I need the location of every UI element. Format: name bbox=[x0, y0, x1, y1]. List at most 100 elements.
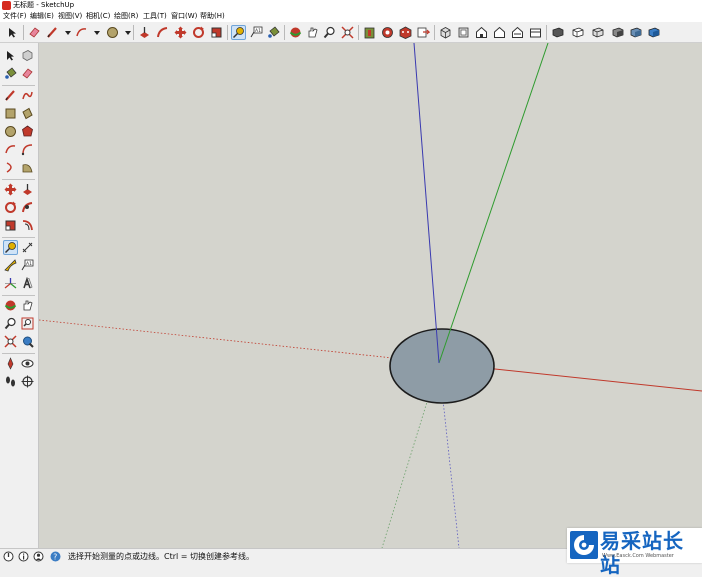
select-arrow-icon[interactable] bbox=[3, 48, 18, 63]
section-plane-icon[interactable] bbox=[20, 374, 35, 389]
pencil-line-icon[interactable] bbox=[45, 25, 60, 40]
orbit-icon[interactable] bbox=[3, 298, 18, 313]
main-toolbar: A1 bbox=[0, 22, 702, 43]
rotate-icon[interactable] bbox=[191, 25, 206, 40]
menu-file[interactable]: 文件(F) bbox=[3, 11, 27, 22]
user-account-icon[interactable] bbox=[33, 551, 44, 562]
axes-icon[interactable] bbox=[3, 276, 18, 291]
hidden-line-style-icon[interactable] bbox=[590, 25, 605, 40]
orbit-icon[interactable] bbox=[288, 25, 303, 40]
three-point-arc-icon[interactable] bbox=[3, 160, 18, 175]
scale-icon[interactable] bbox=[209, 25, 224, 40]
svg-text:A1: A1 bbox=[26, 261, 32, 267]
components-icon[interactable] bbox=[398, 25, 413, 40]
sketchup-app-icon bbox=[2, 1, 11, 10]
rotated-rectangle-icon[interactable] bbox=[20, 106, 35, 121]
arc-icon[interactable] bbox=[74, 25, 89, 40]
eraser-icon[interactable] bbox=[27, 25, 42, 40]
dropdown-arrow-icon[interactable] bbox=[89, 25, 104, 40]
rectangle-icon[interactable] bbox=[3, 106, 18, 121]
green-axis-positive bbox=[438, 43, 549, 364]
left-toolbar: A1 bbox=[0, 43, 39, 548]
freehand-icon[interactable] bbox=[20, 88, 35, 103]
move-icon[interactable] bbox=[3, 182, 18, 197]
paint-bucket-icon[interactable] bbox=[3, 66, 18, 81]
zoom-extents-icon[interactable] bbox=[3, 334, 18, 349]
watermark-subtext: Www.Easck.Com Webmaster bbox=[602, 553, 674, 559]
modeling-viewport[interactable] bbox=[39, 43, 702, 548]
protractor-icon[interactable] bbox=[3, 258, 18, 273]
polygon-icon[interactable] bbox=[20, 124, 35, 139]
push-pull-icon[interactable] bbox=[137, 25, 152, 40]
shaded-style-icon[interactable] bbox=[610, 25, 625, 40]
zoom-extents-icon[interactable] bbox=[340, 25, 355, 40]
monochrome-style-icon[interactable] bbox=[646, 25, 661, 40]
view-iso-icon[interactable] bbox=[438, 25, 453, 40]
3d-warehouse-icon[interactable] bbox=[362, 25, 377, 40]
scene-canvas[interactable] bbox=[39, 43, 702, 548]
svg-text:A1: A1 bbox=[255, 28, 261, 34]
zoom-magnifier-icon[interactable] bbox=[3, 316, 18, 331]
tape-measure-icon[interactable] bbox=[231, 25, 246, 40]
view-top-icon[interactable] bbox=[456, 25, 471, 40]
menu-edit[interactable]: 编辑(E) bbox=[30, 11, 54, 22]
view-right-icon[interactable] bbox=[492, 25, 507, 40]
pan-hand-icon[interactable] bbox=[20, 298, 35, 313]
select-arrow-icon[interactable] bbox=[5, 25, 20, 40]
menu-tools[interactable]: 工具(T) bbox=[143, 11, 167, 22]
offset-icon[interactable] bbox=[20, 218, 35, 233]
walk-footprints-icon[interactable] bbox=[3, 374, 18, 389]
rotate-icon[interactable] bbox=[3, 200, 18, 215]
eraser-icon[interactable] bbox=[20, 66, 35, 81]
scale-icon[interactable] bbox=[3, 218, 18, 233]
menu-help[interactable]: 帮助(H) bbox=[200, 11, 225, 22]
help-question-icon[interactable]: ? bbox=[50, 551, 61, 562]
info-icon[interactable] bbox=[18, 551, 29, 562]
menu-view[interactable]: 视图(V) bbox=[58, 11, 82, 22]
share-model-icon[interactable] bbox=[380, 25, 395, 40]
red-axis-negative bbox=[39, 319, 440, 364]
two-point-arc-icon[interactable] bbox=[20, 142, 35, 157]
view-front-icon[interactable] bbox=[474, 25, 489, 40]
follow-me-icon[interactable] bbox=[20, 200, 35, 215]
dropdown-arrow-icon[interactable] bbox=[60, 25, 75, 40]
make-component-icon[interactable] bbox=[20, 48, 35, 63]
circle-icon[interactable] bbox=[3, 124, 18, 139]
arc-icon[interactable] bbox=[3, 142, 18, 157]
menu-window[interactable]: 窗口(W) bbox=[171, 11, 197, 22]
menu-draw[interactable]: 绘图(R) bbox=[114, 11, 138, 22]
circle-icon[interactable] bbox=[105, 25, 120, 40]
zoom-window-icon[interactable] bbox=[20, 316, 35, 331]
dimension-icon[interactable] bbox=[20, 240, 35, 255]
follow-me-icon[interactable] bbox=[155, 25, 170, 40]
blue-axis-positive bbox=[413, 43, 440, 364]
shaded-textures-style-icon[interactable] bbox=[628, 25, 643, 40]
site-watermark: 易采站长站 Www.Easck.Com Webmaster bbox=[567, 528, 702, 577]
svg-text:?: ? bbox=[53, 552, 57, 561]
view-back-icon[interactable] bbox=[510, 25, 525, 40]
paint-bucket-icon[interactable] bbox=[266, 25, 281, 40]
previous-view-icon[interactable] bbox=[20, 334, 35, 349]
position-camera-icon[interactable] bbox=[3, 356, 18, 371]
window-title: 无标题 - SketchUp bbox=[13, 1, 75, 9]
extension-warehouse-icon[interactable] bbox=[416, 25, 431, 40]
xray-style-icon[interactable] bbox=[550, 25, 565, 40]
text-tool-icon[interactable]: A1 bbox=[249, 25, 264, 40]
tape-measure-icon[interactable] bbox=[3, 240, 18, 255]
menu-camera[interactable]: 相机(C) bbox=[86, 11, 110, 22]
view-left-icon[interactable] bbox=[528, 25, 543, 40]
wireframe-style-icon[interactable] bbox=[570, 25, 585, 40]
look-around-icon[interactable] bbox=[20, 356, 35, 371]
pan-hand-icon[interactable] bbox=[305, 25, 320, 40]
watermark-logo-icon bbox=[570, 531, 598, 559]
pie-icon[interactable] bbox=[20, 160, 35, 175]
3d-text-icon[interactable] bbox=[20, 276, 35, 291]
push-pull-icon[interactable] bbox=[20, 182, 35, 197]
status-message: 选择开始测量的点或边线。Ctrl = 切换创建参考线。 bbox=[68, 552, 255, 561]
zoom-magnifier-icon[interactable] bbox=[322, 25, 337, 40]
geo-location-icon[interactable] bbox=[3, 551, 14, 562]
text-tool-icon[interactable]: A1 bbox=[20, 258, 35, 273]
circle-face[interactable] bbox=[389, 328, 495, 404]
move-icon[interactable] bbox=[173, 25, 188, 40]
pencil-line-icon[interactable] bbox=[3, 88, 18, 103]
